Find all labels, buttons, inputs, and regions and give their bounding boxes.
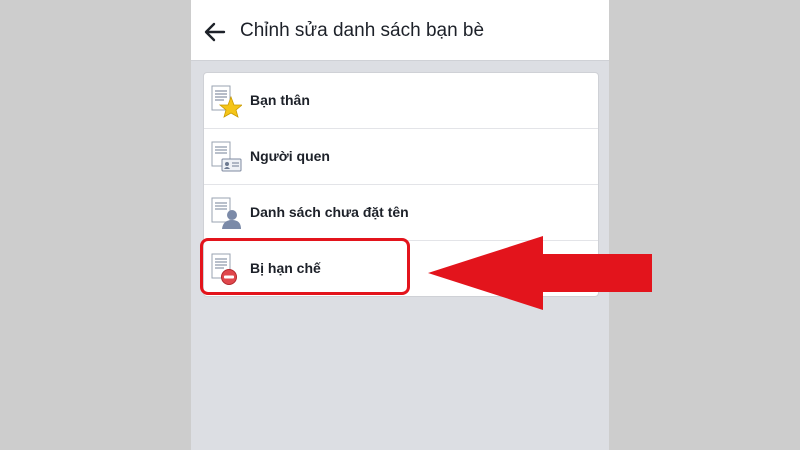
list-item-label: Danh sách chưa đặt tên [250, 204, 409, 220]
list-item-danh-sach-chua-dat-ten[interactable]: Danh sách chưa đặt tên [204, 185, 598, 241]
top-bar: Chỉnh sửa danh sách bạn bè [191, 0, 609, 61]
list-item-nguoi-quen[interactable]: Người quen [204, 129, 598, 185]
document-star-icon [211, 85, 242, 118]
phone-screen: Chỉnh sửa danh sách bạn bè Bạn thân Ngườ… [191, 0, 609, 450]
page-title: Chỉnh sửa danh sách bạn bè [240, 20, 485, 41]
arrow-left-icon [204, 22, 226, 42]
list-item-label: Người quen [250, 148, 330, 164]
document-id-card-icon [211, 141, 242, 172]
document-person-icon [211, 197, 241, 229]
highlight-box [200, 238, 410, 295]
pointer-arrow-icon [428, 236, 652, 310]
list-item-label: Bạn thân [250, 92, 310, 108]
back-button[interactable] [201, 18, 229, 46]
list-item-ban-than[interactable]: Bạn thân [204, 73, 598, 129]
